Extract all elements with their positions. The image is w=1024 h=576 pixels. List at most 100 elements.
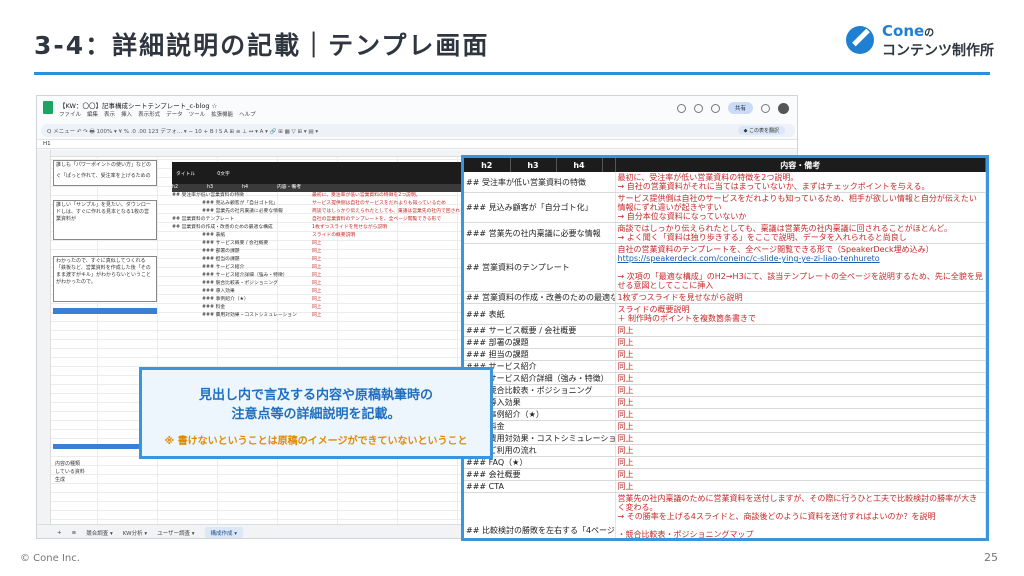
mini-table-row[interactable]: ### 表紙 スライドの概要説明 xyxy=(172,232,462,240)
share-button[interactable]: 共有 xyxy=(727,102,753,114)
comment-icon[interactable] xyxy=(693,103,703,113)
heading-cell[interactable]: ### 会社概要 xyxy=(464,468,616,481)
menu-item[interactable]: ファイル xyxy=(59,110,81,118)
heading-cell[interactable]: ### サービス概要 / 会社概要 xyxy=(464,324,616,337)
table-row[interactable]: ## 受注率が低い営業資料の特徴 最初に、受注率が低い営業資料の特徴を2つ説明。 →… xyxy=(464,172,986,193)
notes-cell[interactable]: 同上 xyxy=(615,372,986,385)
notes-cell[interactable]: 自社の営業資料のテンプレートを、全ページ閲覧できる形で（SpeakerDeck埋… xyxy=(615,243,986,292)
toolbar-controls[interactable]: Q メニュー ↶ ↷ 🖶 100% ▾ ¥ % .0 .00 123 デフォ..… xyxy=(47,129,318,135)
table-row[interactable]: ## 比較検討の勝敗を左右する「4ページ」 営業先の社内稟議のために営業資料を送付… xyxy=(464,492,986,538)
history-icon[interactable] xyxy=(676,103,686,113)
mini-table-row[interactable]: ### サービス概要 / 会社概要 同上 xyxy=(172,240,462,248)
table-row[interactable]: ## 営業資料の作成・改善のための最適な構成1枚ずつスライドを見せながら説明 xyxy=(464,291,986,304)
mini-table-row[interactable]: ### サービス紹介詳細（強み・特徴） 同上 xyxy=(172,272,462,280)
menu-item[interactable]: 表示形式 xyxy=(138,110,160,118)
mini-table-row[interactable]: ### 費用対効果・コストシミュレーション 同上 xyxy=(172,312,462,320)
menu-item[interactable]: 挿入 xyxy=(121,110,132,118)
mini-table-row[interactable]: ### 見込み顧客が「自分ゴト化」 サービス提供側は自社のサービスをだれよりも知っ… xyxy=(172,200,462,208)
menu-item[interactable]: ツール xyxy=(189,110,206,118)
heading-cell[interactable]: ## 比較検討の勝敗を左右する「4ページ」 xyxy=(464,492,616,538)
notes-cell[interactable]: 商談ではしっかり伝えられたとしても、稟議は営業先の社内稟議に回されることがほとん… xyxy=(615,222,986,244)
menu-item[interactable]: データ xyxy=(166,110,183,118)
table-row[interactable]: ### 導入効果 同上 xyxy=(464,396,986,409)
table-row[interactable]: ### CTA 同上 xyxy=(464,480,986,493)
cell-reference[interactable]: H1 xyxy=(43,141,51,147)
notes-cell[interactable]: 同上 xyxy=(615,324,986,337)
notes-cell[interactable]: 同上 xyxy=(615,480,986,493)
table-row[interactable]: ### 担当の課題 同上 xyxy=(464,348,986,361)
add-sheet-button[interactable]: + xyxy=(57,530,62,536)
heading-cell[interactable]: ### 表紙 xyxy=(464,303,616,325)
left-note[interactable]: ぐ「ぱっと作れて、受注率を上げるための xyxy=(53,172,157,186)
all-sheets-button[interactable]: ≡ xyxy=(72,530,77,536)
notes-cell[interactable]: サービス提供側は自社のサービスをだれよりも知っているため、相手が欲しい情報と自分… xyxy=(615,192,986,223)
heading-cell[interactable]: ### 営業先の社内稟議に必要な情報 xyxy=(464,222,616,244)
doc-title[interactable]: 【KW：〇〇】記事構成シートテンプレート_c-blog ☆ xyxy=(59,100,217,110)
notes-cell[interactable]: 同上 xyxy=(615,384,986,397)
heading-cell[interactable]: ### 部署の課題 xyxy=(464,336,616,349)
left-note[interactable]: わかったので、すぐに真似してつくれる「鉄板など、営業資料を作成した後「そのまま渡… xyxy=(53,256,157,302)
menu-item[interactable]: ヘルプ xyxy=(239,110,256,118)
notes-cell[interactable]: 最初に、受注率が低い営業資料の特徴を2つ説明。 → 自社の営業資料がそれに当てはま… xyxy=(615,172,986,193)
notes-cell[interactable]: 同上 xyxy=(615,336,986,349)
mini-table-row[interactable]: ### 競合比較表・ポジショニング 同上 xyxy=(172,280,462,288)
table-row[interactable]: ### 費用対効果・コストシミュレーション 同上 xyxy=(464,432,986,445)
mini-table-row[interactable]: ## 営業資料の作成・改善のための最適な構成 1枚ずつスライドを見せながら説明 xyxy=(172,224,462,232)
notes-cell[interactable]: 同上 xyxy=(615,456,986,469)
mini-table-row[interactable]: ### 導入効果 同上 xyxy=(172,288,462,296)
sheet-tab[interactable]: ユーザー調査 ▾ xyxy=(157,529,194,537)
sheet-tab[interactable]: KW分析 ▾ xyxy=(123,529,147,537)
mini-table-row[interactable]: ### 部署の課題 同上 xyxy=(172,248,462,256)
notes-cell[interactable]: 同上 xyxy=(615,348,986,361)
mini-table-row[interactable]: ## 営業資料のテンプレート 自社の営業資料のテンプレートを、全ページ閲覧できる形… xyxy=(172,216,462,224)
sheet-tab[interactable]: 競合調査 ▾ xyxy=(86,529,113,537)
notes-cell[interactable]: 同上 xyxy=(615,468,986,481)
menu-item[interactable]: 表示 xyxy=(104,110,115,118)
mini-table-row[interactable]: ### 料金 同上 xyxy=(172,304,462,312)
mini-table-row[interactable]: ### 事例紹介（★） 同上 xyxy=(172,296,462,304)
heading-cell[interactable]: ## 受注率が低い営業資料の特徴 xyxy=(464,172,616,193)
notes-cell[interactable]: 同上 xyxy=(615,444,986,457)
sheets-app-icon[interactable] xyxy=(43,101,53,114)
heading-cell[interactable]: ### 担当の課題 xyxy=(464,348,616,361)
table-row[interactable]: ### 営業先の社内稟議に必要な情報 商談ではしっかり伝えられたとしても、稟議は営… xyxy=(464,222,986,244)
mini-table-row[interactable]: ## 受注率が低い営業資料の特徴 最初に、受注率が低い営業資料の特徴を2つ説明。 xyxy=(172,192,462,200)
heading-cell[interactable]: ## 営業資料の作成・改善のための最適な構成 xyxy=(464,291,616,304)
notes-cell[interactable]: 1枚ずつスライドを見せながら説明 xyxy=(615,291,986,304)
table-row[interactable]: ### 競合比較表・ポジショニング 同上 xyxy=(464,384,986,397)
gemini-icon[interactable] xyxy=(761,103,770,113)
notes-cell[interactable]: 営業先の社内稟議のために営業資料を送付しますが、その際に行うひと工夫で比較検討の… xyxy=(615,492,986,538)
table-row[interactable]: ### FAQ（★） 同上 xyxy=(464,456,986,469)
table-row[interactable]: ### サービス概要 / 会社概要 同上 xyxy=(464,324,986,337)
notes-cell[interactable]: 同上 xyxy=(615,360,986,373)
sheet-tab[interactable]: 構成作成 ▾ xyxy=(204,526,244,538)
table-row[interactable]: ### 部署の課題 同上 xyxy=(464,336,986,349)
table-row[interactable]: ### 事例紹介（★） 同上 xyxy=(464,408,986,421)
table-row[interactable]: ### 会社概要 同上 xyxy=(464,468,986,481)
table-row[interactable]: ### サービス紹介 同上 xyxy=(464,360,986,373)
table-row[interactable]: ### 表紙 スライドの概要説明＋ 制作時のポイントを複数箇条書きで xyxy=(464,303,986,325)
notes-cell[interactable]: 同上 xyxy=(615,396,986,409)
heading-cell[interactable]: ## 営業資料のテンプレート xyxy=(464,243,616,292)
mini-table-row[interactable]: ### サービス紹介 同上 xyxy=(172,264,462,272)
menu-item[interactable]: 編集 xyxy=(87,110,98,118)
notes-cell[interactable]: スライドの概要説明＋ 制作時のポイントを複数箇条書きで xyxy=(615,303,986,325)
table-row[interactable]: ### 料金同上 xyxy=(464,420,986,433)
speakerdeck-link[interactable]: https://speakerdeck.com/coneinc/c-slide-… xyxy=(618,254,984,263)
menu-item[interactable]: 拡張機能 xyxy=(211,110,233,118)
notes-cell[interactable]: 同上 xyxy=(615,420,986,433)
table-row[interactable]: ### サービス紹介詳細（強み・特徴） 同上 xyxy=(464,372,986,385)
mini-table-row[interactable]: ### 担当の課題 同上 xyxy=(172,256,462,264)
table-row[interactable]: ### ご利用の流れ 同上 xyxy=(464,444,986,457)
formula-bar[interactable]: H1 xyxy=(37,139,797,149)
heading-cell[interactable]: ### 見込み顧客が「自分ゴト化」 xyxy=(464,192,616,223)
notes-cell[interactable]: 同上 xyxy=(615,432,986,445)
meet-icon[interactable] xyxy=(710,103,720,113)
avatar[interactable] xyxy=(778,102,789,114)
notes-cell[interactable]: 同上 xyxy=(615,408,986,421)
table-row[interactable]: ## 営業資料のテンプレート 自社の営業資料のテンプレートを、全ページ閲覧できる形… xyxy=(464,243,986,292)
heading-cell[interactable]: ### CTA xyxy=(464,480,616,493)
translate-button[interactable]: ◆ この表を翻訳 xyxy=(737,126,785,135)
mini-table-row[interactable]: ### 営業先の社内稟議に必要な情報 商談ではしっかり伝えられたとしても、稟議は営… xyxy=(172,208,462,216)
table-row[interactable]: ### 見込み顧客が「自分ゴト化」 サービス提供側は自社のサービスをだれよりも知っ… xyxy=(464,192,986,223)
